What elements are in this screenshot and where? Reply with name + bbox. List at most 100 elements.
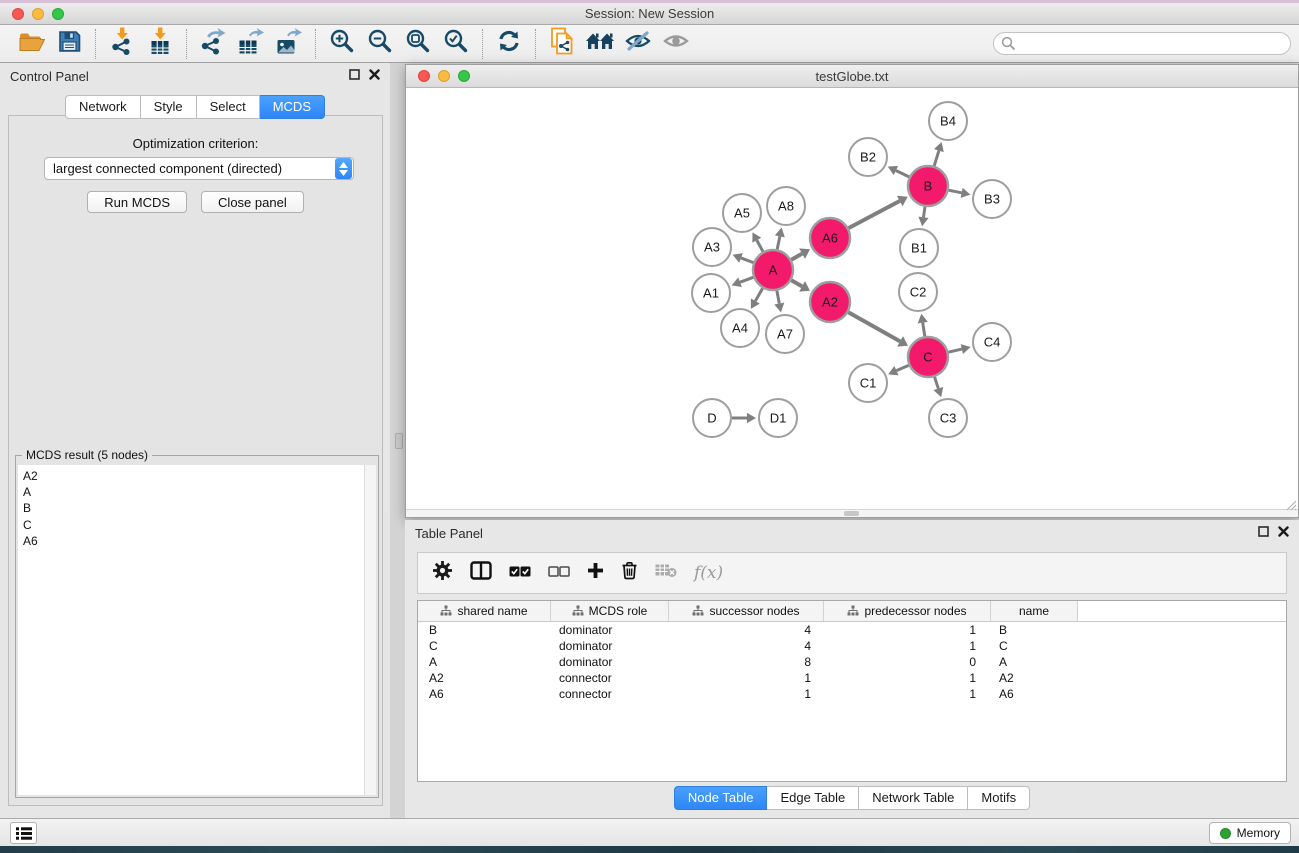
graph-edge-C-C4[interactable]: [948, 349, 961, 352]
run-mcds-button[interactable]: Run MCDS: [87, 191, 187, 213]
cell-successor-nodes[interactable]: 1: [669, 671, 824, 685]
result-scrollbar[interactable]: [364, 465, 376, 795]
graph-edge-B-B3[interactable]: [949, 190, 962, 193]
refresh-button[interactable]: [492, 28, 526, 60]
close-panel-icon[interactable]: [369, 67, 380, 85]
cell-shared-name[interactable]: A6: [418, 687, 551, 701]
export-table-button[interactable]: [234, 28, 268, 60]
graph-edge-C-C2[interactable]: [923, 323, 925, 337]
zoom-window-button[interactable]: [52, 8, 64, 20]
cell-predecessor-nodes[interactable]: 1: [824, 687, 991, 701]
function-builder-button[interactable]: f(x): [694, 563, 723, 583]
graph-node-A8[interactable]: A8: [767, 187, 805, 225]
network-minimize-button[interactable]: [438, 70, 450, 82]
graph-node-B[interactable]: B: [908, 166, 948, 206]
graph-node-A1[interactable]: A1: [692, 274, 730, 312]
network-window-titlebar[interactable]: testGlobe.txt: [406, 65, 1298, 88]
graph-node-D[interactable]: D: [693, 399, 731, 437]
result-item[interactable]: B: [23, 500, 376, 516]
cell-name[interactable]: A6: [991, 687, 1078, 701]
network-zoom-button[interactable]: [458, 70, 470, 82]
import-network-button[interactable]: [105, 28, 139, 60]
criterion-dropdown[interactable]: largest connected component (directed): [44, 157, 354, 180]
cell-successor-nodes[interactable]: 1: [669, 687, 824, 701]
graph-node-D1[interactable]: D1: [759, 399, 797, 437]
zoom-fit-button[interactable]: [401, 28, 435, 60]
import-table-button[interactable]: [143, 28, 177, 60]
cell-predecessor-nodes[interactable]: 1: [824, 639, 991, 653]
tab-network[interactable]: Network: [65, 95, 141, 119]
cell-predecessor-nodes[interactable]: 0: [824, 655, 991, 669]
table-row[interactable]: B dominator 4 1 B: [418, 622, 1286, 638]
minimize-window-button[interactable]: [32, 8, 44, 20]
table-settings-button[interactable]: [432, 560, 453, 586]
select-all-button[interactable]: [509, 564, 531, 582]
first-neighbors-button[interactable]: [583, 28, 617, 60]
cell-predecessor-nodes[interactable]: 1: [824, 623, 991, 637]
column-header-shared-name[interactable]: shared name: [418, 601, 551, 621]
graph-edge-A-A1[interactable]: [740, 277, 753, 282]
network-close-button[interactable]: [418, 70, 430, 82]
result-item[interactable]: A6: [23, 533, 376, 549]
zoom-selected-button[interactable]: [439, 28, 473, 60]
column-header-successor-nodes[interactable]: successor nodes: [669, 601, 824, 621]
float-panel-icon[interactable]: [1258, 524, 1269, 542]
graph-edge-C-C3[interactable]: [935, 377, 939, 389]
graph-node-C1[interactable]: C1: [849, 364, 887, 402]
cell-shared-name[interactable]: A2: [418, 671, 551, 685]
cell-name[interactable]: A: [991, 655, 1078, 669]
graph-node-C3[interactable]: C3: [929, 399, 967, 437]
graph-edge-B-B4[interactable]: [934, 151, 939, 166]
network-graph[interactable]: AA1A2A3A4A5A6A7A8BB1B2B3B4CC1C2C3C4DD1: [406, 88, 1298, 509]
cell-name[interactable]: B: [991, 623, 1078, 637]
graph-node-C4[interactable]: C4: [973, 323, 1011, 361]
close-window-button[interactable]: [12, 8, 24, 20]
save-session-button[interactable]: [52, 28, 86, 60]
column-header-predecessor-nodes[interactable]: predecessor nodes: [824, 601, 991, 621]
cell-predecessor-nodes[interactable]: 1: [824, 671, 991, 685]
table-row[interactable]: A dominator 8 0 A: [418, 654, 1286, 670]
export-image-button[interactable]: [272, 28, 306, 60]
zoom-in-button[interactable]: [325, 28, 359, 60]
zoom-out-button[interactable]: [363, 28, 397, 60]
network-hscroll-thumb[interactable]: [844, 511, 859, 516]
graph-node-A3[interactable]: A3: [693, 228, 731, 266]
graph-edge-C-C1[interactable]: [896, 365, 908, 370]
open-session-button[interactable]: [14, 28, 48, 60]
close-panel-icon[interactable]: [1278, 524, 1289, 542]
resize-grip-icon[interactable]: [1285, 498, 1297, 516]
cell-shared-name[interactable]: B: [418, 623, 551, 637]
column-header-name[interactable]: name: [991, 601, 1078, 621]
cell-mcds-role[interactable]: dominator: [551, 623, 669, 637]
graph-node-A7[interactable]: A7: [766, 315, 804, 353]
close-panel-button[interactable]: Close panel: [201, 191, 304, 213]
delete-column-button[interactable]: [621, 561, 638, 585]
add-column-button[interactable]: [587, 562, 604, 584]
cell-mcds-role[interactable]: connector: [551, 671, 669, 685]
graph-edge-A-A2[interactable]: [791, 280, 802, 286]
graph-edge-A-A5[interactable]: [757, 240, 763, 251]
delete-table-button[interactable]: [655, 563, 677, 583]
graph-node-B1[interactable]: B1: [900, 229, 938, 267]
graph-node-C[interactable]: C: [908, 337, 948, 377]
cell-mcds-role[interactable]: dominator: [551, 655, 669, 669]
graph-node-A2[interactable]: A2: [810, 282, 850, 322]
graph-node-B4[interactable]: B4: [929, 102, 967, 140]
tab-network-table[interactable]: Network Table: [859, 786, 968, 810]
search-input[interactable]: [993, 32, 1291, 55]
graph-node-B2[interactable]: B2: [849, 138, 887, 176]
memory-button[interactable]: Memory: [1209, 822, 1291, 844]
graph-edge-B-B1[interactable]: [923, 207, 925, 218]
duplicate-network-button[interactable]: [545, 28, 579, 60]
tab-select[interactable]: Select: [197, 95, 260, 119]
graph-node-A4[interactable]: A4: [721, 309, 759, 347]
graph-node-C2[interactable]: C2: [899, 273, 937, 311]
cell-shared-name[interactable]: C: [418, 639, 551, 653]
result-item[interactable]: A: [23, 484, 376, 500]
cell-mcds-role[interactable]: dominator: [551, 639, 669, 653]
panel-split-handle[interactable]: [395, 433, 403, 449]
cell-name[interactable]: A2: [991, 671, 1078, 685]
show-all-button[interactable]: [659, 28, 693, 60]
deselect-all-button[interactable]: [548, 564, 570, 582]
graph-edge-A-A8[interactable]: [777, 236, 780, 249]
